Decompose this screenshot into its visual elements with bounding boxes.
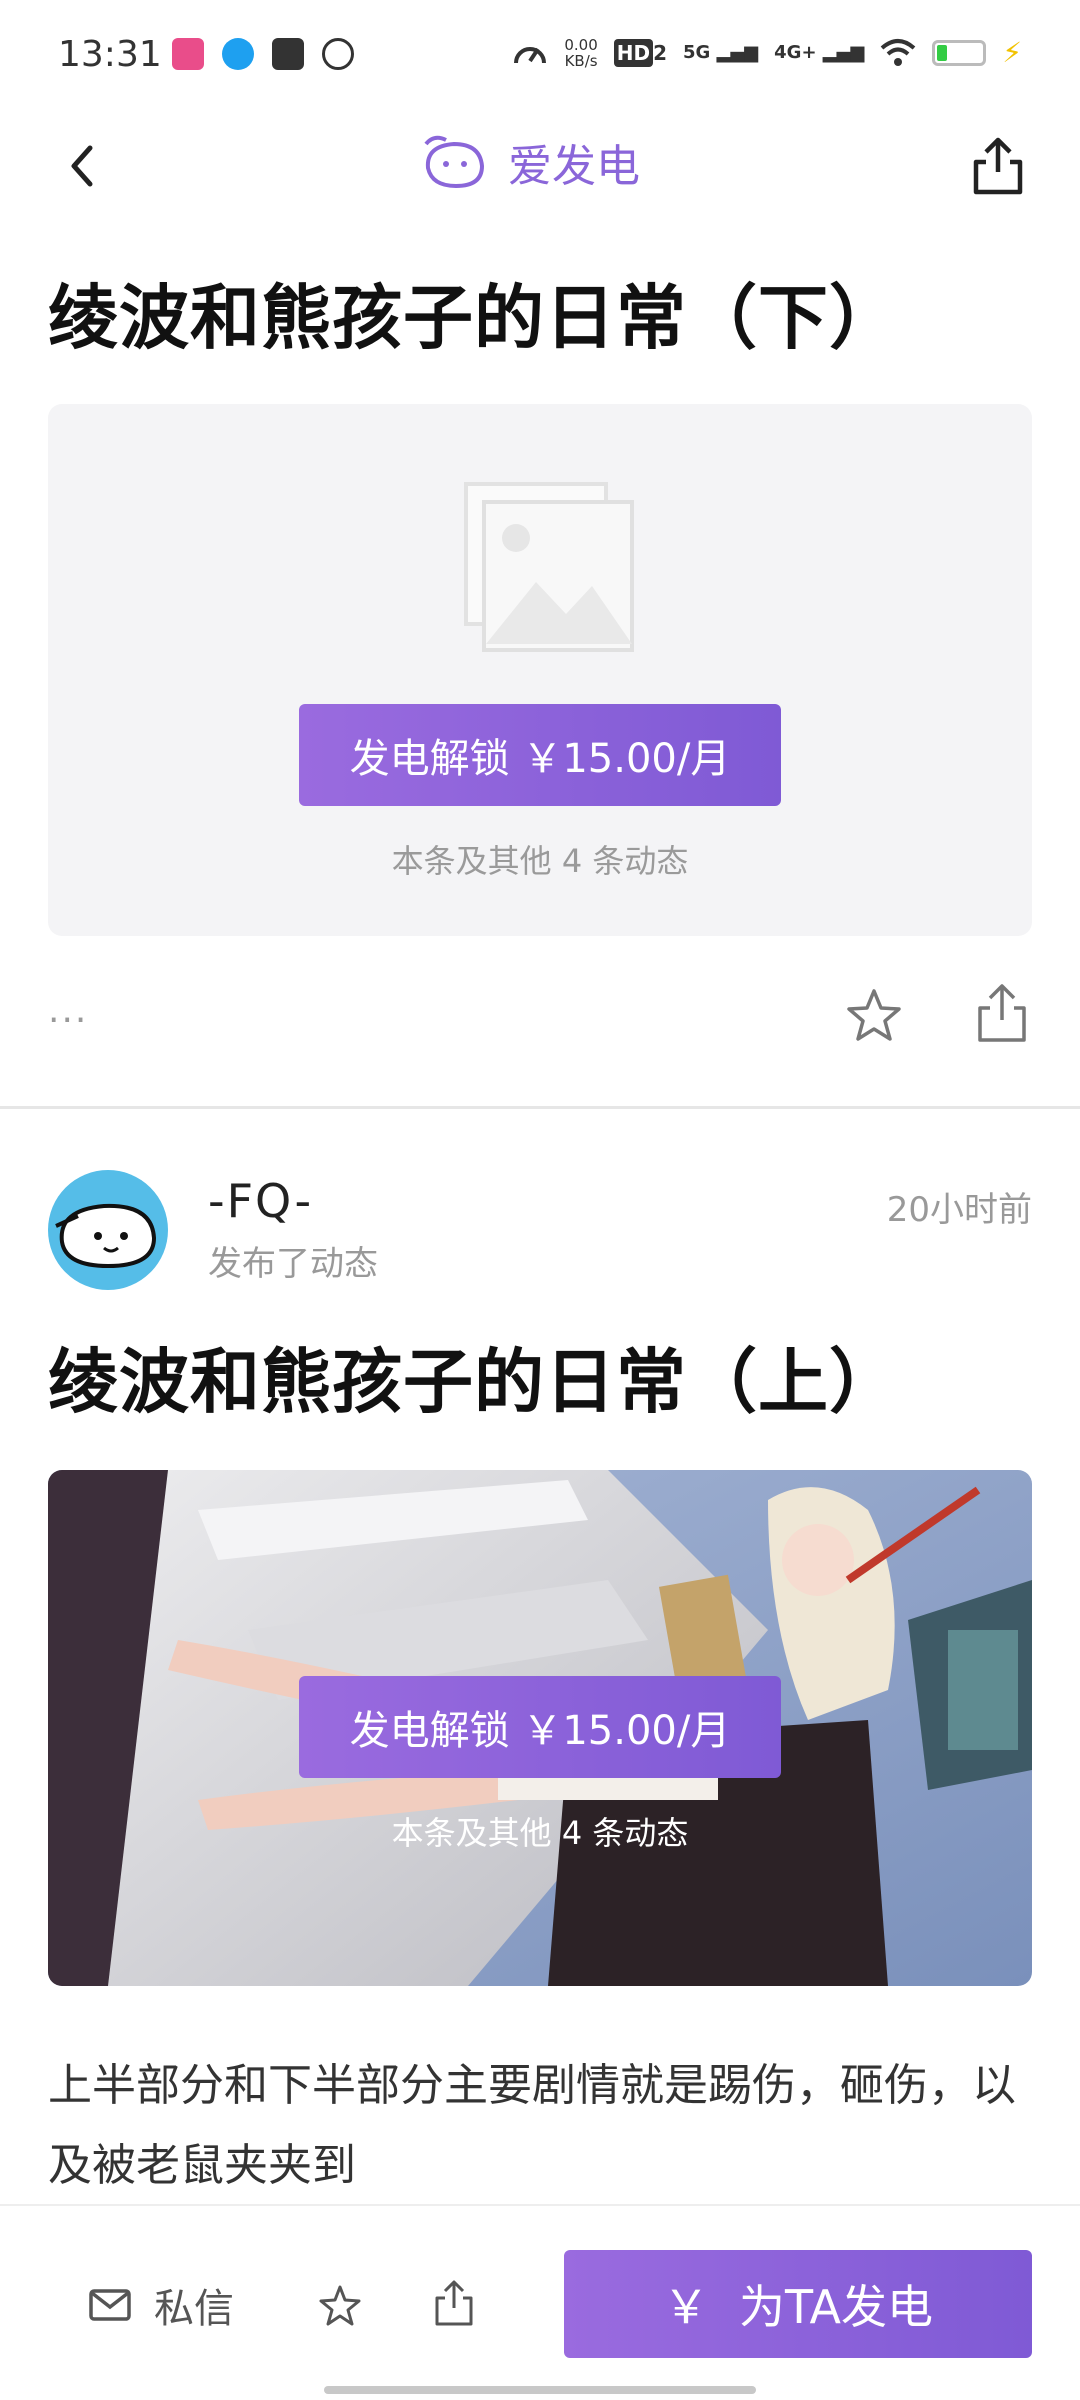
battery-icon	[932, 39, 987, 66]
back-arrow-icon[interactable]	[56, 136, 116, 196]
link-icon	[322, 38, 354, 70]
star-icon[interactable]	[844, 986, 904, 1046]
unlock-note: 本条及其他 4 条动态	[391, 1814, 689, 1852]
star-icon[interactable]	[318, 2284, 362, 2328]
qq-icon	[222, 38, 254, 70]
net-speed: 0.00 KB/s	[564, 37, 597, 69]
hd-icon: HD 2	[613, 38, 668, 67]
support-creator-button[interactable]: ￥ 为TA发电	[564, 2250, 1032, 2358]
image-placeholder-icon	[464, 482, 634, 652]
share-icon[interactable]	[974, 982, 1030, 1044]
notification-icons	[172, 38, 354, 70]
bottom-action-bar: 私信 ￥ 为TA发电	[0, 2204, 1080, 2400]
hd-label: HD	[613, 38, 654, 67]
signal-5g-icon: 5G ▂▄▆	[683, 42, 759, 63]
more-options-button[interactable]: ···	[48, 1000, 88, 1041]
brand-name: 爱发电	[508, 141, 640, 192]
status-time: 13:31	[58, 34, 162, 75]
status-bar: 13:31 0.00 KB/s HD 2 5G ▂▄▆ 4G+ ▂▄▆ ⚡	[0, 0, 1080, 110]
post-timestamp: 20小时前	[886, 1190, 1032, 1230]
post-divider	[0, 1106, 1080, 1109]
private-message-label: 私信	[154, 2286, 234, 2332]
video-player-icon	[272, 38, 304, 70]
share-icon[interactable]	[432, 2278, 476, 2328]
charging-icon: ⚡	[1002, 36, 1022, 69]
locked-content-box: 发电解锁 ￥15.00/月 本条及其他 4 条动态	[48, 404, 1032, 936]
unlock-button[interactable]: 发电解锁 ￥15.00/月	[299, 1676, 781, 1778]
net-speed-value: 0.00	[564, 35, 598, 54]
yuan-icon: ￥	[663, 2280, 709, 2334]
afdian-mascot-icon	[424, 135, 485, 189]
avatar-mascot-icon	[55, 1203, 157, 1269]
net-speed-unit: KB/s	[564, 51, 598, 70]
share-icon[interactable]	[968, 134, 1028, 198]
avatar[interactable]	[48, 1170, 168, 1290]
bilibili-app-icon	[172, 38, 204, 70]
home-indicator[interactable]	[324, 2386, 756, 2394]
author-name[interactable]: -FQ-	[208, 1174, 313, 1228]
post-cover-image[interactable]: 发电解锁 ￥15.00/月 本条及其他 4 条动态	[48, 1470, 1032, 1986]
signal-4g-label: 4G+	[774, 42, 817, 63]
hd-sub: 2	[653, 40, 668, 65]
private-message-button[interactable]: 私信	[88, 2276, 234, 2334]
signal-4g-icon: 4G+ ▂▄▆	[774, 42, 865, 63]
wifi-icon	[881, 38, 916, 66]
support-creator-label: 为TA发电	[739, 2280, 933, 2334]
signal-5g-label: 5G	[683, 42, 711, 63]
mail-icon	[89, 2289, 131, 2321]
system-status: 0.00 KB/s HD 2 5G ▂▄▆ 4G+ ▂▄▆ ⚡	[512, 36, 1022, 69]
post-title[interactable]: 绫波和熊孩子的日常（上）	[48, 1326, 900, 1427]
top-header: 爱发电	[0, 110, 1080, 230]
brand-logo: 爱发电	[420, 130, 640, 194]
author-action: 发布了动态	[208, 1244, 378, 1284]
post-title[interactable]: 绫波和熊孩子的日常（下）	[48, 262, 900, 363]
post-description: 上半部分和下半部分主要剧情就是踢伤，砸伤，以及被老鼠夹夹到	[48, 2060, 1016, 2191]
unlock-note: 本条及其他 4 条动态	[391, 842, 689, 880]
unlock-button[interactable]: 发电解锁 ￥15.00/月	[299, 704, 781, 806]
speed-gauge-icon	[514, 46, 547, 63]
